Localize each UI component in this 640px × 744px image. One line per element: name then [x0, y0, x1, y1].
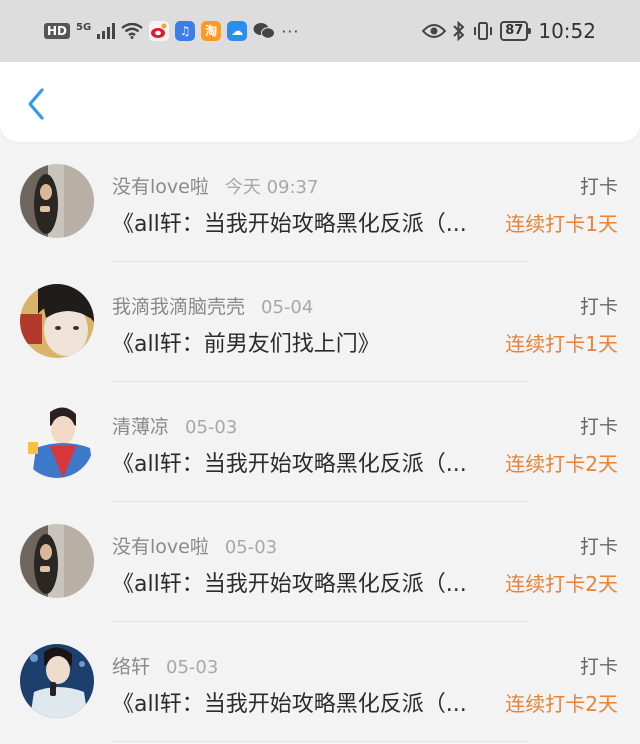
user-name[interactable]: 清薄凉 — [112, 412, 169, 439]
streak-text: 连续打卡2天 — [505, 692, 618, 716]
music-icon: ♫ — [175, 21, 196, 41]
streak-text: 连续打卡1天 — [505, 332, 618, 356]
post-time: 今天 09:37 — [224, 177, 319, 198]
book-title[interactable]: 《all轩：当我开始攻略黑化反派（... — [112, 566, 496, 598]
back-button[interactable] — [20, 84, 52, 124]
item-meta: 络轩 05-03 — [112, 652, 218, 679]
avatar-singer[interactable] — [20, 644, 94, 718]
nav-bar — [0, 62, 640, 142]
post-time: 05-03 — [185, 417, 238, 438]
avatar-boy-jacket[interactable] — [20, 404, 94, 478]
cloud-icon: ☁ — [227, 21, 248, 41]
item-meta: 没有love啦 05-03 — [112, 532, 277, 559]
post-time: 05-04 — [261, 297, 314, 318]
bluetooth-icon — [453, 21, 465, 41]
chevron-left-icon — [28, 88, 44, 120]
user-name[interactable]: 没有love啦 — [112, 532, 209, 559]
avatar-girl-photo[interactable] — [20, 524, 94, 598]
book-title[interactable]: 《all轩：前男友们找上门》 — [112, 326, 496, 358]
avatar-girl-photo[interactable] — [20, 164, 94, 238]
clock: 10:52 — [538, 19, 596, 43]
taobao-icon: 淘 — [201, 21, 222, 41]
user-name[interactable]: 没有love啦 — [112, 172, 209, 199]
streak-text: 连续打卡2天 — [505, 572, 618, 596]
list-item[interactable]: 清薄凉 05-03 打卡 《all轩：当我开始攻略黑化反派（... 连续打卡2天 — [0, 382, 640, 502]
weibo-icon — [149, 21, 170, 41]
wechat-icon — [253, 23, 276, 39]
avatar-boy-closeup[interactable] — [20, 284, 94, 358]
status-bar: HD 5G ♫ 淘 ☁ ··· 87 10:52 — [0, 0, 640, 62]
streak-text: 连续打卡1天 — [505, 212, 618, 236]
wifi-icon — [121, 23, 143, 39]
divider — [112, 741, 528, 742]
book-title[interactable]: 《all轩：当我开始攻略黑化反派（... — [112, 446, 496, 478]
status-left: HD 5G ♫ 淘 ☁ ··· — [44, 21, 299, 41]
item-meta: 没有love啦 今天 09:37 — [112, 172, 318, 199]
list-item[interactable]: 没有love啦 今天 09:37 打卡 《all轩：当我开始攻略黑化反派（...… — [0, 142, 640, 262]
eye-icon — [422, 24, 447, 38]
hd-badge: HD — [44, 23, 71, 39]
book-title[interactable]: 《all轩：当我开始攻略黑化反派（... — [112, 206, 496, 238]
list-item[interactable]: 我滴我滴脑壳壳 05-04 打卡 《all轩：前男友们找上门》 连续打卡1天 — [0, 262, 640, 382]
list-item[interactable]: 络轩 05-03 打卡 《all轩：当我开始攻略黑化反派（... 连续打卡2天 — [0, 622, 640, 742]
streak-text: 连续打卡2天 — [505, 452, 618, 476]
checkin-label: 打卡 — [579, 296, 618, 318]
user-name[interactable]: 络轩 — [112, 652, 150, 679]
more-notifications: ··· — [281, 21, 300, 41]
status-right: 87 10:52 — [422, 19, 596, 43]
network-type: 5G — [76, 21, 92, 33]
item-meta: 清薄凉 05-03 — [112, 412, 237, 439]
checkin-list: 没有love啦 今天 09:37 打卡 《all轩：当我开始攻略黑化反派（...… — [0, 142, 640, 742]
checkin-label: 打卡 — [579, 656, 618, 678]
post-time: 05-03 — [166, 657, 219, 678]
checkin-label: 打卡 — [579, 176, 618, 198]
item-meta: 我滴我滴脑壳壳 05-04 — [112, 292, 313, 319]
signal-icon — [97, 23, 116, 39]
post-time: 05-03 — [224, 537, 278, 558]
book-title[interactable]: 《all轩：当我开始攻略黑化反派（... — [112, 686, 496, 718]
vibrate-icon — [474, 22, 493, 40]
battery-indicator: 87 — [500, 21, 532, 41]
checkin-label: 打卡 — [579, 536, 618, 558]
checkin-label: 打卡 — [579, 416, 618, 438]
user-name[interactable]: 我滴我滴脑壳壳 — [112, 292, 245, 319]
list-item[interactable]: 没有love啦 05-03 打卡 《all轩：当我开始攻略黑化反派（... 连续… — [0, 502, 640, 622]
